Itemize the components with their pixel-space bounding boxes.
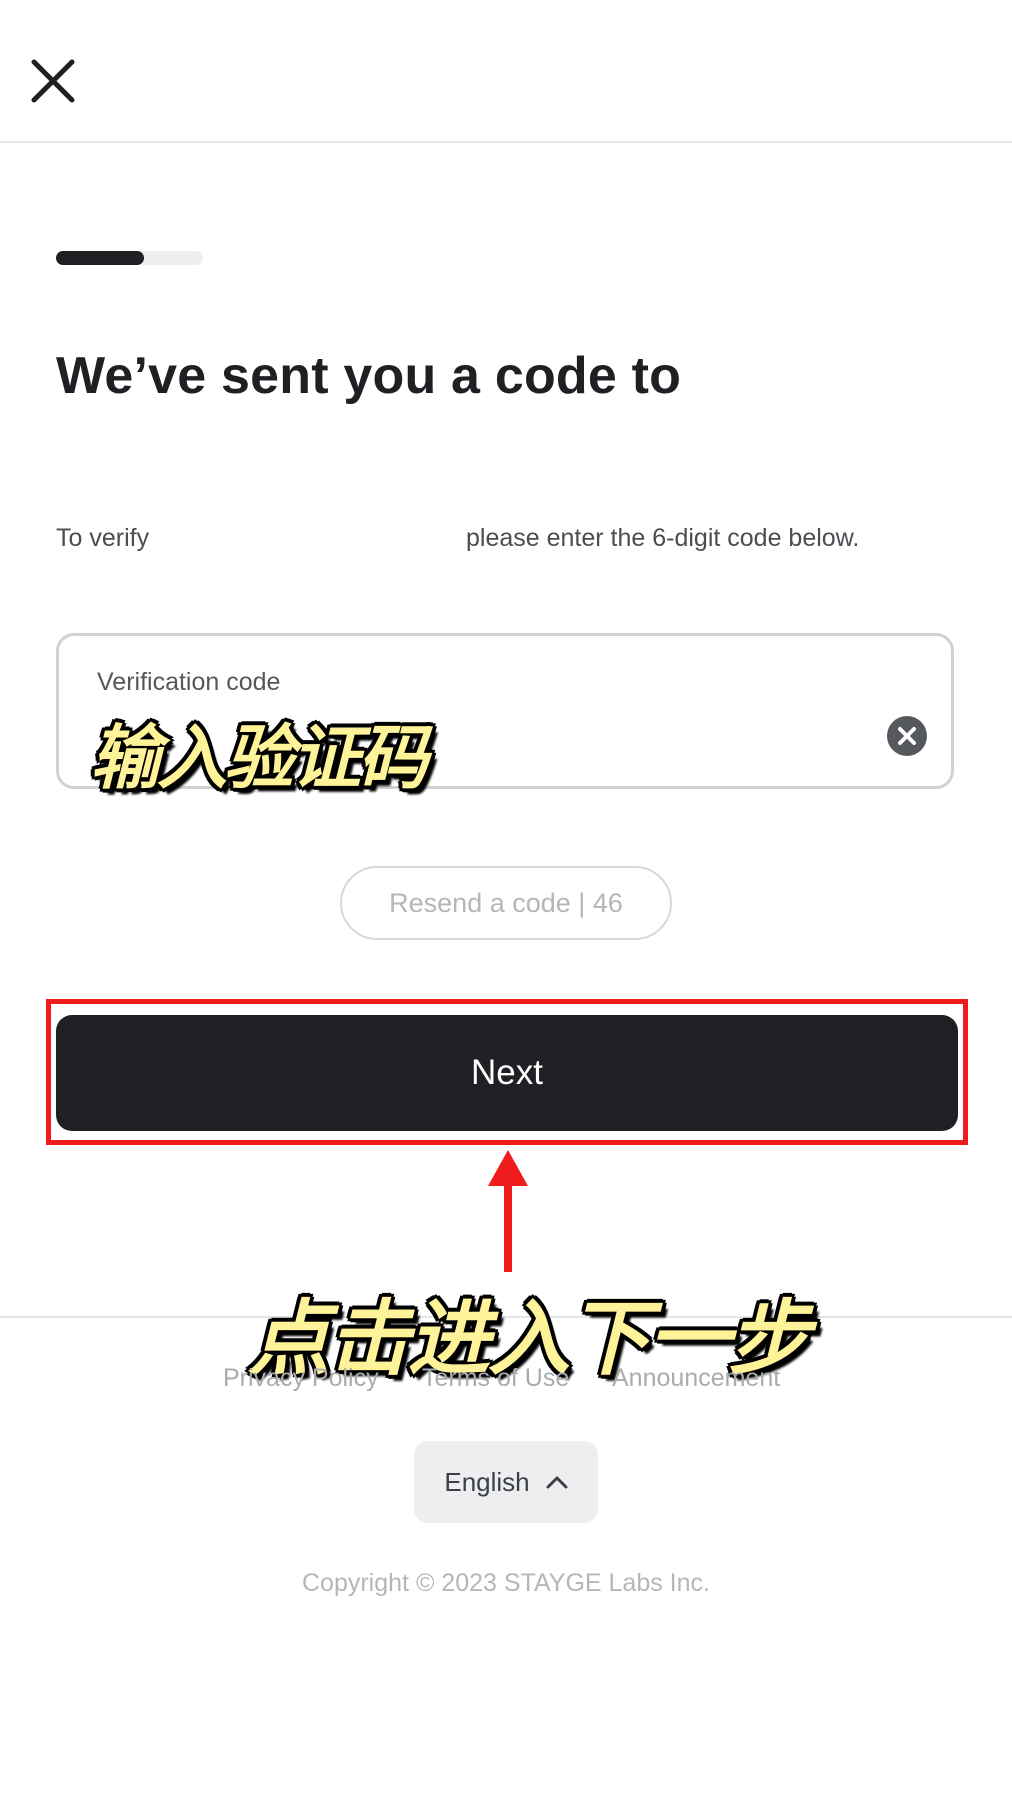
annotation-arrow-up-icon [488, 1150, 528, 1272]
language-selector[interactable]: English [414, 1441, 598, 1523]
next-button[interactable]: Next [56, 1015, 958, 1131]
language-label: English [444, 1466, 530, 1497]
verification-code-label: Verification code [97, 668, 281, 696]
progress-bar-fill [56, 251, 145, 265]
chevron-up-icon [546, 1475, 568, 1489]
announcement-link[interactable]: Announcement [612, 1364, 780, 1393]
progress-bar [56, 251, 203, 265]
annotation-input-hint: 输入验证码 [90, 719, 428, 797]
resend-code-button[interactable]: Resend a code | 46 [340, 866, 672, 940]
copyright-text: Copyright © 2023 STAYGE Labs Inc. [302, 1569, 710, 1597]
header-divider [0, 141, 1012, 143]
page-title: We’ve sent you a code to [56, 347, 682, 405]
close-button[interactable] [22, 50, 84, 112]
close-icon [22, 50, 84, 112]
verify-instruction-start: To verify [56, 524, 150, 552]
privacy-policy-link[interactable]: Privacy Policy [223, 1364, 379, 1393]
terms-of-use-link[interactable]: Terms of Use [422, 1364, 569, 1393]
x-circle-icon [886, 715, 928, 757]
clear-input-button[interactable] [886, 715, 928, 757]
verify-instruction-end: please enter the 6-digit code below. [466, 524, 860, 552]
